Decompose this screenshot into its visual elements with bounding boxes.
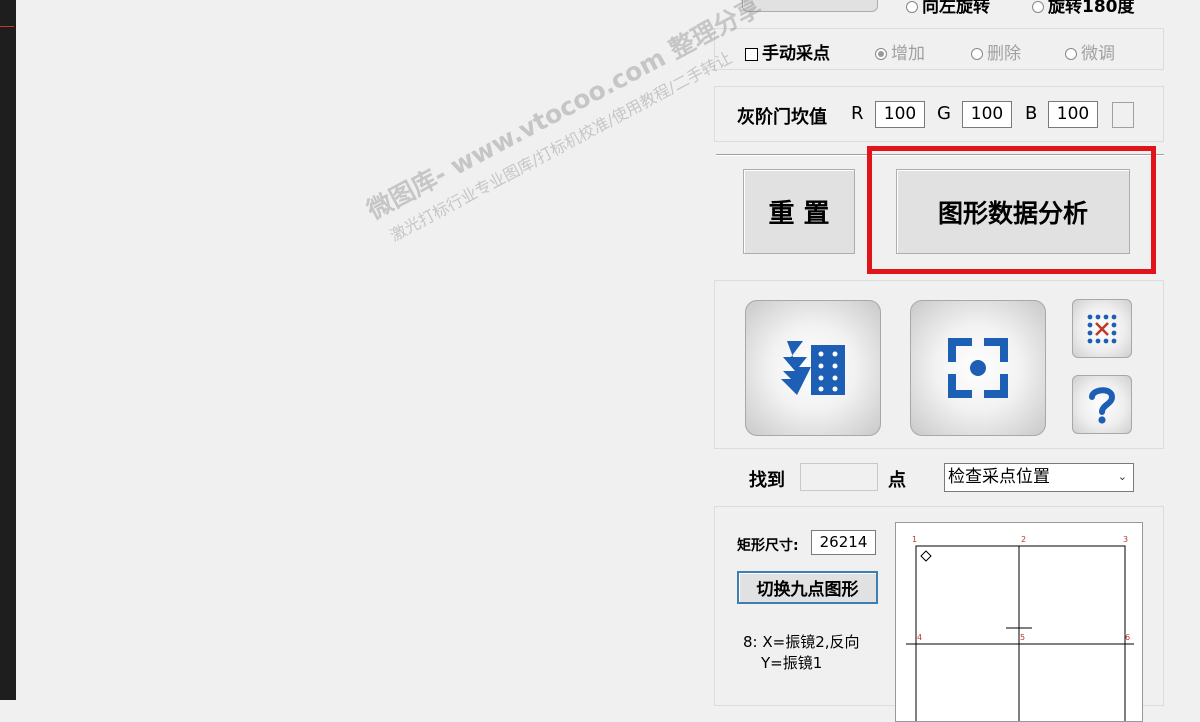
highlight-box bbox=[867, 146, 1156, 274]
threshold-group: 灰阶门坎值 R 100 G 100 B 100 bbox=[714, 86, 1164, 142]
r-input[interactable]: 100 bbox=[875, 101, 925, 128]
add-radio[interactable] bbox=[875, 48, 887, 60]
fine-tune-label: 微调 bbox=[1081, 44, 1115, 64]
color-swatch[interactable] bbox=[1112, 102, 1134, 128]
capture-target-icon bbox=[948, 338, 1008, 398]
ruler-tick bbox=[0, 26, 14, 27]
nine-point-button[interactable] bbox=[1072, 299, 1132, 358]
diagram-point-2: 2 bbox=[1021, 535, 1027, 544]
capture-button[interactable] bbox=[910, 300, 1046, 436]
rect-size-label: 矩形尺寸: bbox=[737, 538, 799, 554]
manual-checkbox-box[interactable] bbox=[745, 47, 758, 61]
manual-sampling-checkbox[interactable]: 手动采点 bbox=[745, 39, 830, 64]
nine-point-diagram: 1 2 3 4 5 6 bbox=[895, 522, 1143, 722]
rotate-left-radio[interactable] bbox=[906, 1, 918, 13]
preview-canvas[interactable] bbox=[16, 0, 708, 700]
diagram-point-4: 4 bbox=[917, 633, 923, 642]
mapping-note-1: 8: X=振镜2,反向 bbox=[743, 633, 860, 651]
add-option[interactable]: 增加 bbox=[875, 39, 925, 64]
diagram-point-5: 5 bbox=[1020, 633, 1026, 642]
found-count-field bbox=[800, 463, 878, 491]
g-input[interactable]: 100 bbox=[962, 101, 1012, 128]
b-label: B bbox=[1025, 103, 1038, 124]
mapping-note-2: Y=振镜1 bbox=[761, 654, 823, 672]
help-button[interactable] bbox=[1072, 375, 1132, 434]
threshold-label: 灰阶门坎值 bbox=[737, 107, 827, 128]
diagram-point-6: 6 bbox=[1125, 633, 1131, 642]
delete-option[interactable]: 删除 bbox=[971, 39, 1021, 64]
b-input[interactable]: 100 bbox=[1048, 101, 1098, 128]
rotate-left-option[interactable]: 向左旋转 bbox=[906, 0, 990, 17]
g-label: G bbox=[937, 103, 951, 124]
toggle-nine-point-button[interactable]: 切换九点图形 bbox=[737, 571, 878, 604]
rect-group: 矩形尺寸: 26214 切换九点图形 8: X=振镜2,反向 Y=振镜1 1 2… bbox=[714, 506, 1164, 722]
import-button[interactable] bbox=[745, 300, 881, 436]
help-icon bbox=[1089, 386, 1116, 424]
rotate-180-option[interactable]: 旋转180度 bbox=[1032, 0, 1135, 17]
point-unit-label: 点 bbox=[888, 470, 906, 491]
add-label: 增加 bbox=[891, 44, 925, 64]
delete-label: 删除 bbox=[987, 44, 1021, 64]
fine-tune-radio[interactable] bbox=[1065, 48, 1077, 60]
import-grid-icon bbox=[781, 341, 845, 395]
manual-sampling-label: 手动采点 bbox=[762, 44, 830, 64]
top-action-button[interactable] bbox=[742, 0, 878, 12]
r-label: R bbox=[851, 103, 864, 124]
rotate-left-label: 向左旋转 bbox=[922, 0, 990, 17]
delete-radio[interactable] bbox=[971, 48, 983, 60]
check-position-dropdown[interactable]: 检查采点位置 ⌄ bbox=[944, 463, 1134, 492]
rect-size-input[interactable]: 26214 bbox=[811, 530, 876, 555]
diagram-point-3: 3 bbox=[1123, 535, 1129, 544]
sampling-group: 手动采点 增加 删除 微调 bbox=[714, 28, 1164, 70]
dropdown-value: 检查采点位置 bbox=[948, 467, 1050, 487]
rotate-180-label: 旋转180度 bbox=[1048, 0, 1135, 17]
nine-point-grid-icon bbox=[1087, 314, 1117, 343]
reset-button[interactable]: 重 置 bbox=[743, 169, 855, 254]
rotate-180-radio[interactable] bbox=[1032, 1, 1044, 13]
diagram-canvas bbox=[906, 545, 1134, 721]
chevron-down-icon: ⌄ bbox=[1117, 470, 1127, 483]
fine-tune-option[interactable]: 微调 bbox=[1065, 39, 1115, 64]
left-dark-strip bbox=[0, 0, 16, 700]
found-label: 找到 bbox=[749, 470, 785, 491]
diagram-point-1: 1 bbox=[912, 535, 918, 544]
